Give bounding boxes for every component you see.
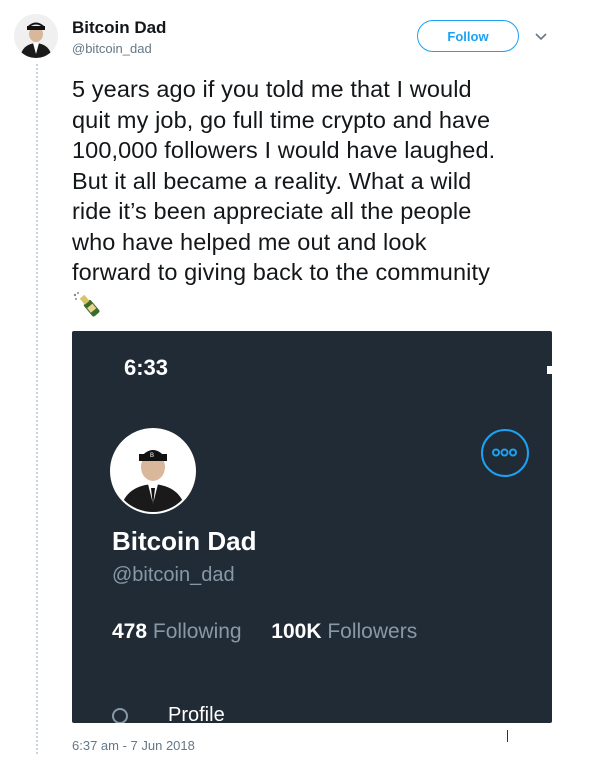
following-label: Following: [152, 620, 242, 643]
user-avatar-icon[interactable]: [14, 14, 58, 58]
chevron-down-icon[interactable]: [533, 28, 549, 44]
profile-tab: Profile: [112, 704, 225, 723]
following-count: 478: [112, 620, 148, 643]
profile-display-name: Bitcoin Dad: [112, 526, 257, 556]
tweet-text: 5 years ago if you told me that I would …: [72, 76, 496, 285]
status-bar-indicator: [547, 366, 552, 374]
embedded-profile-screenshot[interactable]: 6:33 B Bitcoin Dad @bitcoin_dad 478 Foll…: [72, 331, 552, 723]
follow-button[interactable]: Follow: [417, 20, 519, 52]
tweet-header: Bitcoin Dad @bitcoin_dad Follow: [0, 0, 600, 70]
author-handle[interactable]: @bitcoin_dad: [72, 41, 152, 56]
text-cursor: [507, 730, 508, 742]
thread-line: [36, 64, 38, 754]
followers-label: Followers: [327, 620, 418, 643]
author-display-name[interactable]: Bitcoin Dad: [72, 18, 166, 38]
profile-tab-label: Profile: [168, 704, 225, 723]
more-options-icon[interactable]: [481, 429, 529, 477]
profile-handle: @bitcoin_dad: [112, 564, 235, 586]
profile-tab-icon: [112, 707, 128, 723]
tweet-timestamp[interactable]: 6:37 am - 7 Jun 2018: [72, 738, 195, 753]
svg-text:B: B: [150, 453, 154, 459]
status-bar-time: 6:33: [124, 355, 169, 380]
champagne-icon: [72, 291, 104, 319]
profile-stats: 478 Following 100K Followers: [112, 620, 417, 644]
profile-avatar-icon: B: [110, 428, 196, 514]
followers-count: 100K: [271, 620, 322, 643]
